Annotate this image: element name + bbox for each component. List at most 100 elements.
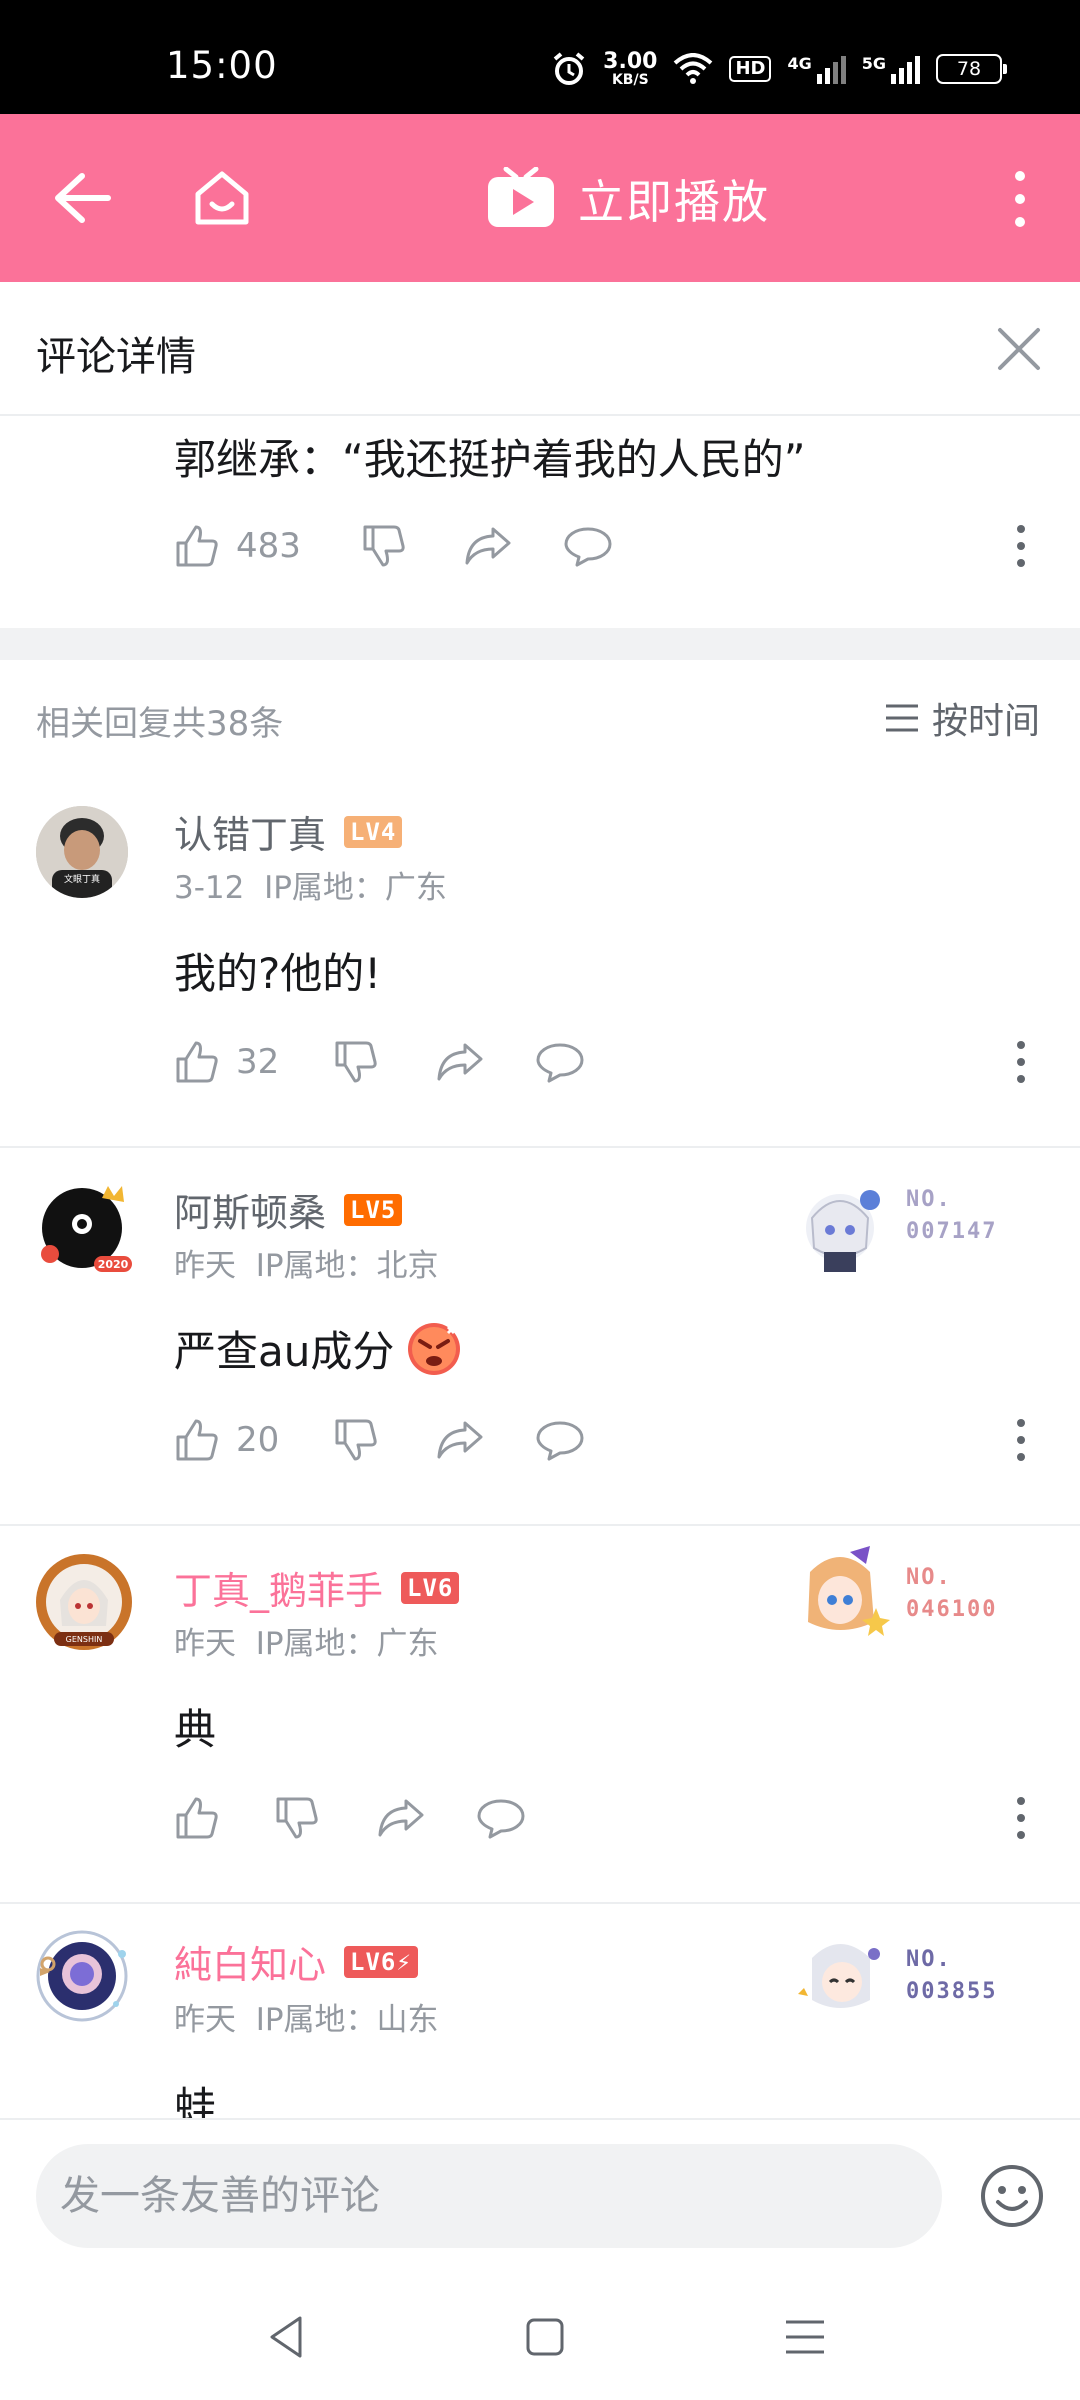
reply-bubble-icon[interactable] xyxy=(535,1039,585,1085)
avatar-caption: 文眼丁真 xyxy=(64,873,100,885)
share-icon[interactable] xyxy=(435,1039,485,1085)
reply-actions: 32 xyxy=(174,1032,585,1092)
reply-item: 2020 阿斯顿桑 LV5 昨天 IP属地：北京 NO. 007147 严查au… xyxy=(0,1148,1080,1526)
avatar-with-frame: GENSHIN xyxy=(36,1554,132,1650)
share-icon[interactable] xyxy=(435,1417,485,1463)
avatar-with-frame xyxy=(36,1930,128,2022)
replies-header: 相关回复共38条 按时间 xyxy=(0,660,1080,770)
username-row: 丁真_鹅菲手 LV6 xyxy=(174,1560,460,1615)
more-dots-icon[interactable] xyxy=(1014,1796,1028,1840)
thumbs-down-icon[interactable] xyxy=(274,1795,320,1841)
emoji-icon[interactable] xyxy=(980,2164,1044,2228)
reply-text: 严查au成分 xyxy=(174,1327,395,1376)
level-badge: LV6 xyxy=(401,1571,460,1604)
thumbs-down-icon[interactable] xyxy=(333,1417,379,1463)
like-button[interactable]: 32 xyxy=(174,1039,279,1085)
fan-badge-number: NO. 007147 xyxy=(906,1184,997,1248)
root-comment-actions: 483 xyxy=(174,516,613,576)
panel-title: 评论详情 xyxy=(36,334,196,380)
username[interactable]: 丁真_鹅菲手 xyxy=(174,1560,383,1615)
comment-input[interactable]: 发一条友善的评论 xyxy=(36,2144,942,2248)
thumbs-down-icon[interactable] xyxy=(333,1039,379,1085)
nav-menu-icon[interactable] xyxy=(780,2312,830,2362)
reply-bubble-icon[interactable] xyxy=(476,1795,526,1841)
username-row: 純白知心 LV6⚡ xyxy=(174,1934,418,1989)
system-nav-bar xyxy=(0,2274,1080,2400)
home-icon[interactable] xyxy=(190,166,254,230)
reply-content: 严查au成分 xyxy=(174,1318,462,1379)
reply-item: GENSHIN 丁真_鹅菲手 LV6 昨天 IP属地：广东 NO. 046100… xyxy=(0,1526,1080,1904)
reply-content: 蛙 xyxy=(174,2074,216,2118)
more-dots-icon[interactable] xyxy=(1014,1418,1028,1462)
thumbs-down-icon[interactable] xyxy=(361,523,407,569)
reply-date: 昨天 xyxy=(174,1626,236,1662)
more-dots-icon[interactable] xyxy=(1014,524,1028,568)
close-icon[interactable] xyxy=(994,324,1044,374)
avatar-photo: 文眼丁真 xyxy=(36,806,128,898)
reply-date: 3-12 xyxy=(174,870,245,906)
fan-badge-number: NO. 046100 xyxy=(906,1562,997,1626)
fan-badge-value: 007147 xyxy=(906,1219,998,1244)
fan-badge-value: 003855 xyxy=(906,1979,998,2004)
reply-text: 典 xyxy=(174,1705,217,1754)
more-vertical-icon[interactable] xyxy=(1010,170,1030,228)
avatar[interactable] xyxy=(30,1924,134,2028)
share-icon[interactable] xyxy=(463,523,513,569)
comment-detail-header: 评论详情 xyxy=(0,282,1080,416)
app-bar: 立即播放 xyxy=(0,114,1080,282)
reply-ip: IP属地：北京 xyxy=(255,1248,439,1284)
level-badge: LV5 xyxy=(344,1193,403,1226)
play-now-label: 立即播放 xyxy=(578,175,770,229)
thumbs-up-icon[interactable] xyxy=(174,1795,220,1841)
avatar-with-frame: 2020 xyxy=(41,1186,132,1272)
status-time: 15:00 xyxy=(166,44,278,87)
reply-actions: 20 xyxy=(174,1410,585,1470)
share-icon[interactable] xyxy=(376,1795,426,1841)
back-arrow-icon[interactable] xyxy=(52,172,112,224)
signal-5g-icon: 5G xyxy=(862,54,920,84)
reply-meta: 3-12 IP属地：广东 xyxy=(174,862,447,907)
reply-bubble-icon[interactable] xyxy=(535,1417,585,1463)
thumbs-up-icon xyxy=(176,1419,218,1461)
reply-ip: IP属地：广东 xyxy=(255,1626,439,1662)
reply-item: 純白知心 LV6⚡ 昨天 IP属地：山东 NO. 003855 蛙 xyxy=(0,1904,1080,2118)
more-dots-icon[interactable] xyxy=(1014,1040,1028,1084)
reply-bubble-icon[interactable] xyxy=(563,523,613,569)
avatar[interactable]: 2020 xyxy=(36,1178,132,1272)
avatar[interactable]: GENSHIN xyxy=(36,1550,132,1650)
like-button[interactable]: 20 xyxy=(174,1417,279,1463)
hd-badge: HD xyxy=(729,56,772,82)
reply-count: 相关回复共38条 xyxy=(36,704,284,744)
signal-5g-label: 5G xyxy=(861,54,886,73)
username[interactable]: 阿斯顿桑 xyxy=(174,1182,326,1237)
reply-date: 昨天 xyxy=(174,2002,236,2038)
reply-ip: IP属地：山东 xyxy=(255,2002,439,2038)
fan-badge-number: NO. 003855 xyxy=(906,1944,997,2008)
nav-home-icon[interactable] xyxy=(520,2312,570,2362)
like-count: 20 xyxy=(236,1420,280,1460)
net-speed-value: 3.00 xyxy=(603,49,658,74)
status-bar: 15:00 3.00 KB/S HD 4G 5G 78 xyxy=(0,0,1080,114)
reply-content: 我的?他的! xyxy=(174,940,381,1001)
reply-text: 蛙 xyxy=(174,2083,217,2118)
fan-badge-label: NO. xyxy=(906,1187,952,1212)
fan-badge-label: NO. xyxy=(906,1947,952,1972)
avatar-frame-text: GENSHIN xyxy=(66,1635,103,1644)
username[interactable]: 认错丁真 xyxy=(174,804,326,859)
comment-input-bar: 发一条友善的评论 xyxy=(0,2118,1080,2274)
username[interactable]: 純白知心 xyxy=(174,1934,326,1989)
fan-card-image xyxy=(798,1944,880,2008)
avatar[interactable]: 文眼丁真 xyxy=(36,806,128,898)
reply-content: 典 xyxy=(174,1696,216,1757)
thumbs-up-icon xyxy=(176,525,218,567)
reply-meta: 昨天 IP属地：山东 xyxy=(174,1994,439,2039)
sort-button[interactable]: 按时间 xyxy=(884,692,1040,744)
like-button[interactable]: 483 xyxy=(174,523,301,569)
like-count: 483 xyxy=(236,526,301,566)
sort-list-icon xyxy=(885,704,918,732)
root-comment-text: 郭继承：“我还挺护着我的人民的” xyxy=(174,435,806,484)
like-count: 32 xyxy=(236,1042,280,1082)
reply-meta: 昨天 IP属地：北京 xyxy=(174,1240,439,1285)
play-now-button[interactable]: 立即播放 xyxy=(486,166,770,232)
nav-back-icon[interactable] xyxy=(262,2312,312,2362)
